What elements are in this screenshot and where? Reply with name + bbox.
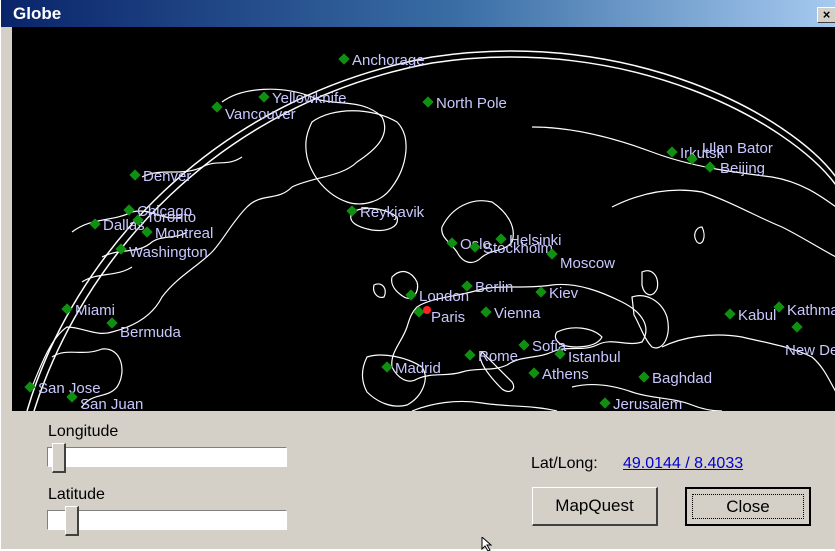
- window-title: Globe: [13, 4, 62, 23]
- city-marker[interactable]: [724, 308, 736, 320]
- city-marker[interactable]: [704, 161, 716, 173]
- globe-window: Globe × Anchorage Yellowknife Vancouver …: [0, 0, 835, 551]
- latitude-slider[interactable]: [47, 506, 287, 536]
- mapquest-button[interactable]: MapQuest: [532, 487, 658, 526]
- city-marker[interactable]: [123, 204, 135, 216]
- latitude-label: Latitude: [48, 486, 105, 503]
- city-label: Berlin: [475, 279, 513, 296]
- city-marker[interactable]: [413, 306, 425, 318]
- city-label: Bermuda: [120, 324, 182, 341]
- city-label: San Juan: [80, 396, 143, 411]
- city-label: Ulan Bator: [702, 140, 773, 157]
- city-marker[interactable]: [446, 237, 458, 249]
- city-label: Kathmandu: [787, 302, 835, 319]
- city-label: Kiev: [549, 285, 579, 302]
- city-marker[interactable]: [599, 397, 611, 409]
- window-close-button[interactable]: ×: [817, 7, 835, 23]
- city-label: Jerusalem: [613, 396, 682, 411]
- city-label: Toronto: [146, 209, 196, 226]
- city-label: Athens: [542, 366, 589, 383]
- latitude-track[interactable]: [47, 510, 287, 530]
- longitude-slider[interactable]: [47, 443, 287, 473]
- city-marker[interactable]: [381, 361, 393, 373]
- city-marker[interactable]: [258, 91, 270, 103]
- city-label: Madrid: [395, 360, 441, 377]
- latlong-link[interactable]: 49.0144 / 8.4033: [623, 455, 743, 473]
- city-label: Reykjavik: [360, 204, 425, 221]
- city-marker[interactable]: [464, 349, 476, 361]
- city-label: London: [419, 288, 469, 305]
- city-marker[interactable]: [211, 101, 223, 113]
- city-label: Kabul: [738, 307, 776, 324]
- city-label: Yellowknife: [272, 90, 347, 107]
- city-marker[interactable]: [346, 205, 358, 217]
- city-label: Denver: [143, 168, 191, 185]
- city-label: Paris: [431, 309, 465, 326]
- city-label: New Delhi: [785, 342, 835, 359]
- city-marker[interactable]: [422, 96, 434, 108]
- title-bar[interactable]: Globe ×: [1, 0, 835, 27]
- city-label: Vienna: [494, 305, 541, 322]
- city-marker[interactable]: [89, 218, 101, 230]
- city-marker[interactable]: [638, 371, 650, 383]
- city-label: North Pole: [436, 95, 507, 112]
- city-marker[interactable]: [405, 289, 417, 301]
- city-label: Rome: [478, 348, 518, 365]
- city-label: Istanbul: [568, 349, 621, 366]
- city-marker[interactable]: [61, 303, 73, 315]
- longitude-thumb[interactable]: [51, 443, 66, 473]
- latitude-thumb[interactable]: [65, 506, 80, 536]
- close-button[interactable]: Close: [685, 487, 811, 526]
- globe-view[interactable]: Anchorage Yellowknife Vancouver North Pole I…: [12, 27, 835, 411]
- globe-map[interactable]: Anchorage YellowknifeVancouver North Pole I…: [12, 27, 835, 411]
- city-label: Anchorage: [352, 52, 425, 69]
- city-marker[interactable]: [518, 339, 530, 351]
- longitude-label: Longitude: [48, 423, 119, 440]
- city-label: Beijing: [720, 160, 765, 177]
- longitude-track[interactable]: [47, 447, 287, 467]
- city-label: Vancouver: [225, 106, 296, 123]
- focus-ring: [692, 494, 804, 519]
- city-marker[interactable]: [480, 306, 492, 318]
- city-markers: Anchorage YellowknifeVancouver North Pole I…: [24, 52, 835, 411]
- city-marker[interactable]: [666, 146, 678, 158]
- city-marker[interactable]: [106, 317, 118, 329]
- city-marker[interactable]: [129, 169, 141, 181]
- city-marker[interactable]: [791, 321, 803, 333]
- city-label: Montreal: [155, 225, 213, 242]
- city-marker[interactable]: [338, 53, 350, 65]
- city-label: Helsinki: [509, 232, 562, 249]
- city-marker[interactable]: [535, 286, 547, 298]
- city-label: Washington: [129, 244, 208, 261]
- latlong-label: Lat/Long:: [531, 455, 598, 472]
- city-label: Miami: [75, 302, 115, 319]
- selected-location-marker: [423, 306, 431, 314]
- city-label: Baghdad: [652, 370, 712, 387]
- city-label: Moscow: [560, 255, 615, 272]
- city-marker[interactable]: [528, 367, 540, 379]
